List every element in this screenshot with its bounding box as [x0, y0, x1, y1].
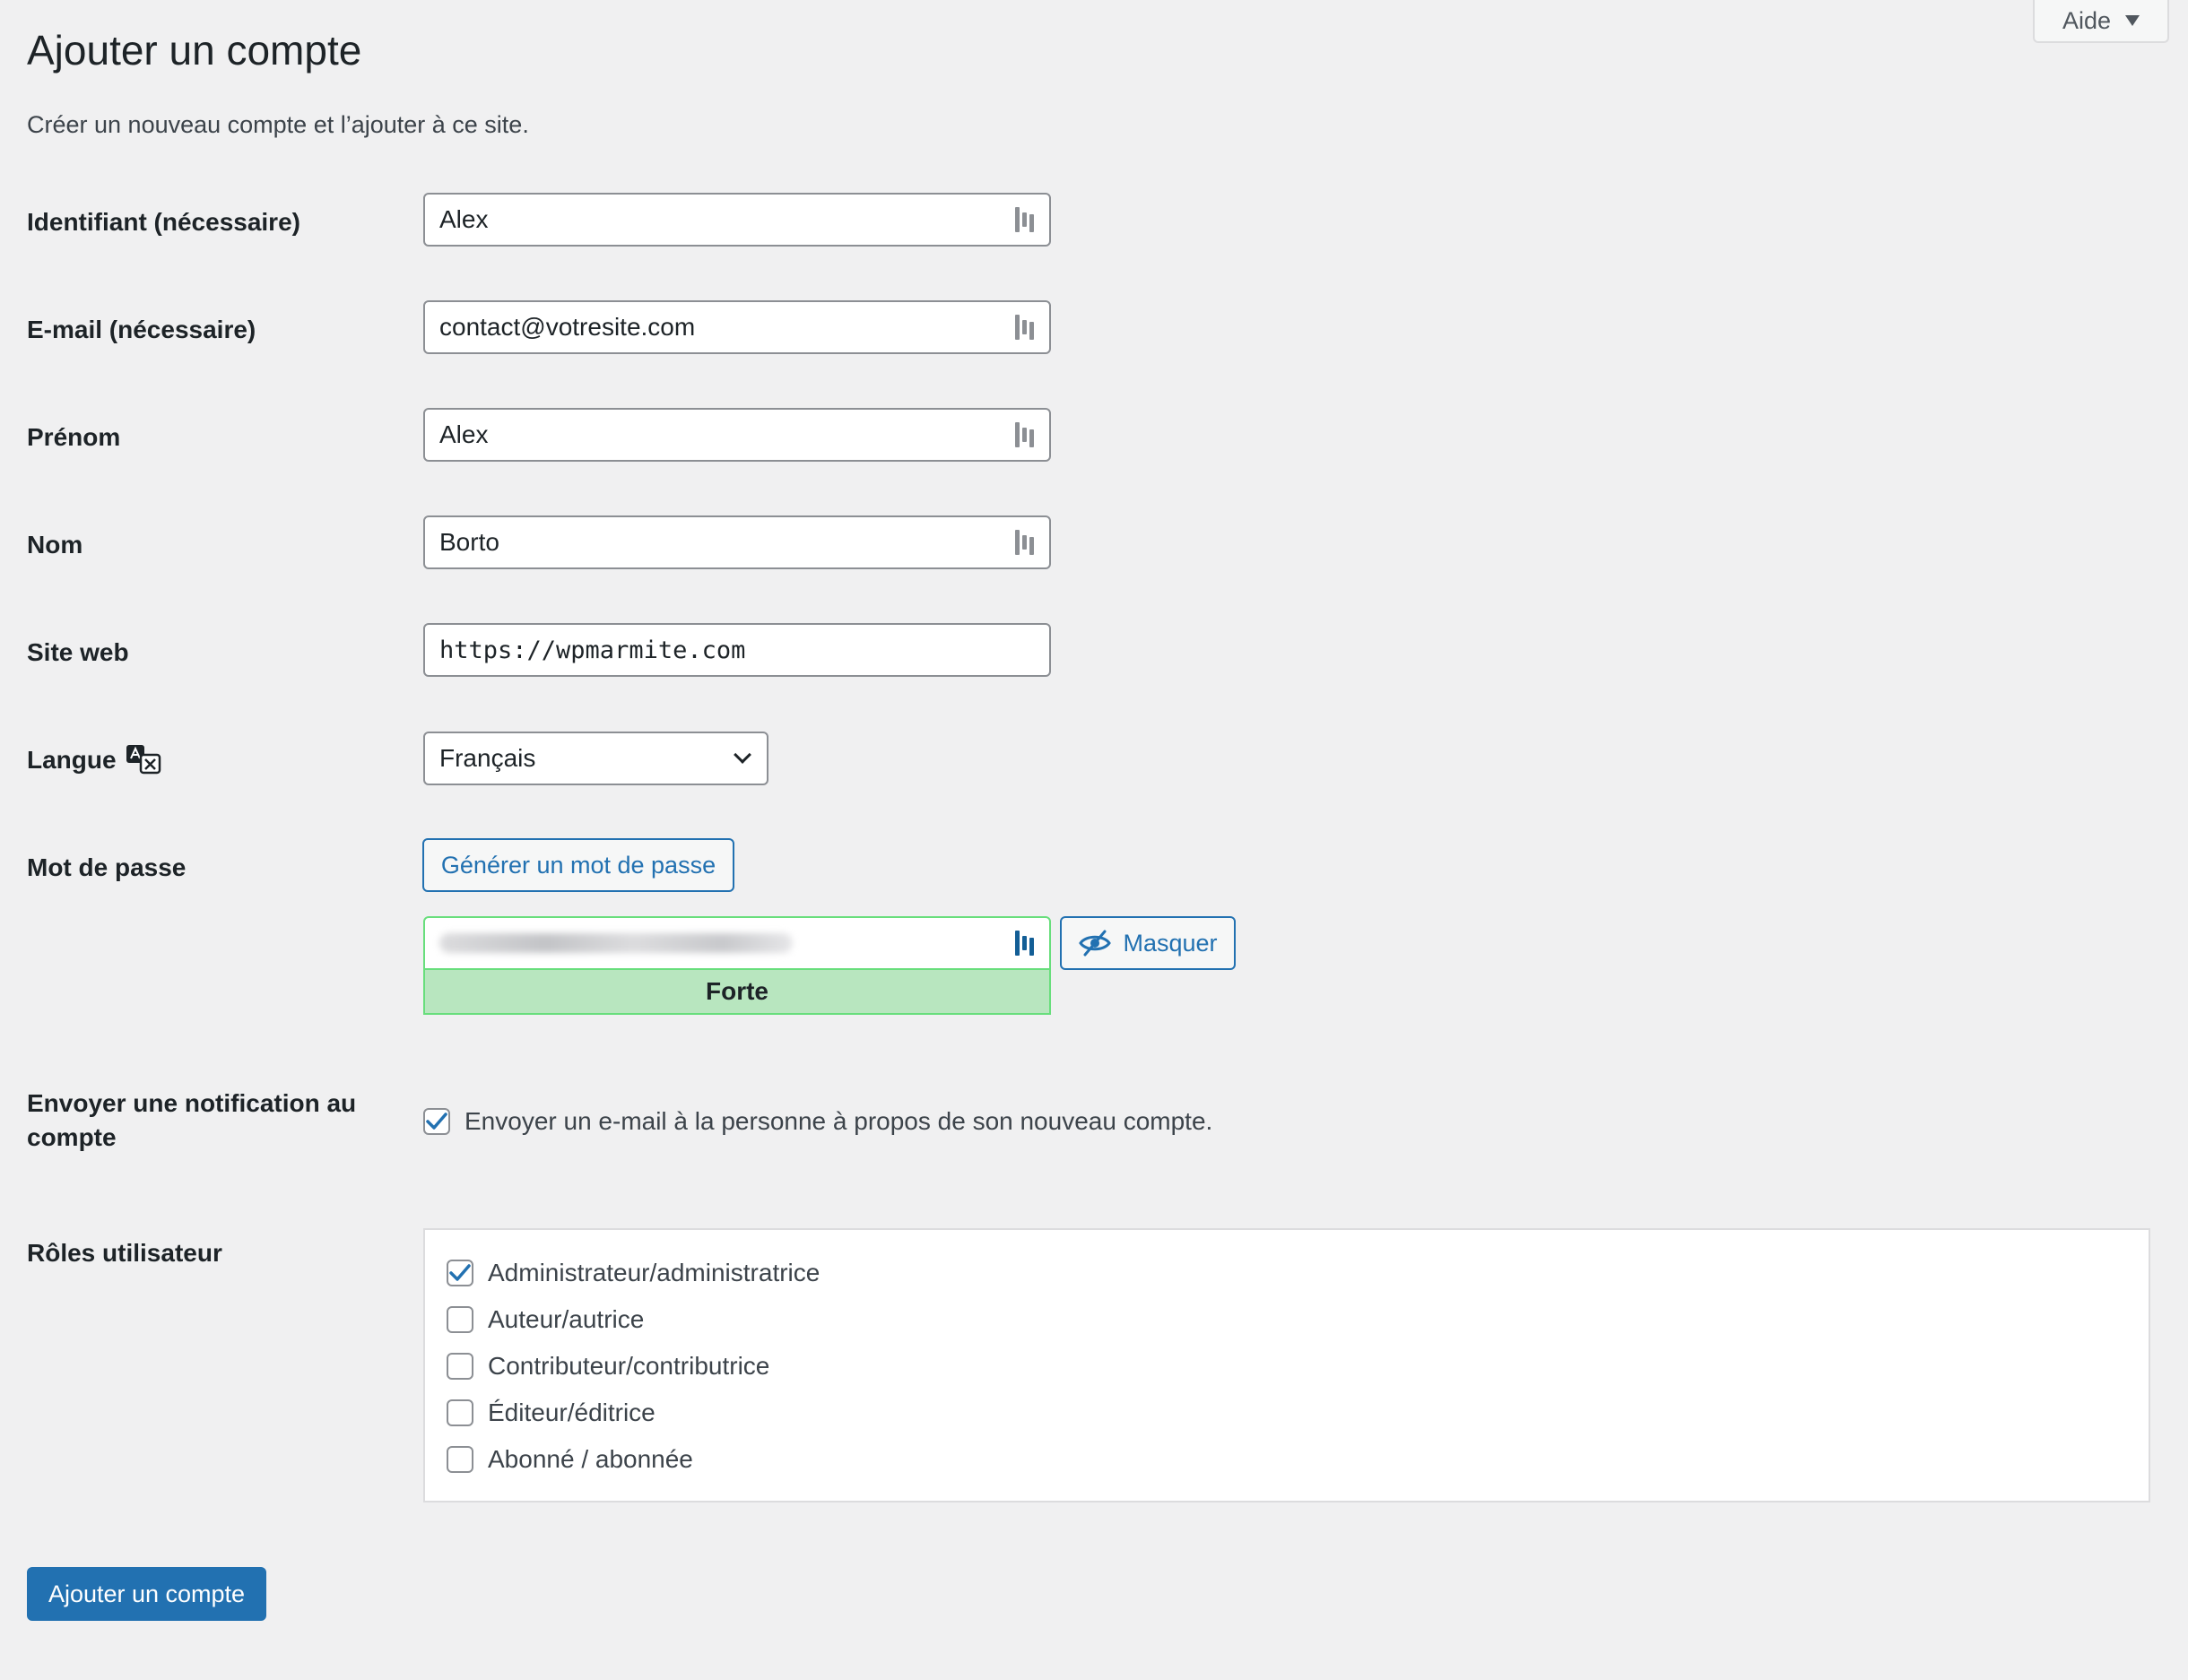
password-field-wrapper: [423, 916, 1051, 970]
first-name-field-wrapper: [423, 408, 1051, 462]
role-checkbox[interactable]: [447, 1446, 473, 1473]
role-label: Abonné / abonnée: [488, 1445, 693, 1473]
roles-label: Rôles utilisateur: [27, 1239, 222, 1267]
website-label: Site web: [27, 638, 129, 666]
role-label: Auteur/autrice: [488, 1305, 645, 1333]
notification-checkbox[interactable]: [423, 1108, 450, 1135]
password-manager-icon[interactable]: [1015, 315, 1035, 340]
add-account-label: Ajouter un compte: [48, 1580, 246, 1607]
role-item-administrator[interactable]: Administrateur/administratrice: [447, 1259, 820, 1287]
password-input[interactable]: [439, 933, 793, 953]
first-name-input[interactable]: [439, 420, 1008, 449]
role-label: Administrateur/administratrice: [488, 1259, 820, 1286]
website-field-wrapper: [423, 623, 1051, 677]
notification-label: Envoyer une notification au compte: [27, 1089, 357, 1151]
generate-password-label: Générer un mot de passe: [440, 851, 716, 879]
role-item-subscriber[interactable]: Abonné / abonnée: [447, 1445, 693, 1474]
last-name-label: Nom: [27, 531, 83, 559]
role-item-author[interactable]: Auteur/autrice: [447, 1305, 644, 1334]
password-strength-meter: Forte: [423, 970, 1051, 1015]
last-name-field-wrapper: [423, 515, 1051, 569]
language-selected-value: Français: [439, 744, 536, 772]
notification-option[interactable]: Envoyer un e-mail à la personne à propos…: [423, 1107, 1212, 1136]
role-checkbox[interactable]: [447, 1260, 473, 1286]
role-label: Contributeur/contributrice: [488, 1352, 770, 1380]
password-manager-icon[interactable]: [1015, 931, 1035, 956]
notification-checkbox-label: Envoyer un e-mail à la personne à propos…: [465, 1107, 1213, 1135]
password-manager-icon[interactable]: [1015, 207, 1035, 232]
page-description: Créer un nouveau compte et l’ajouter à c…: [27, 111, 529, 138]
role-checkbox[interactable]: [447, 1399, 473, 1426]
email-input[interactable]: [439, 313, 1008, 342]
roles-list: Administrateur/administratrice Auteur/au…: [423, 1228, 2150, 1502]
translate-icon: [126, 745, 161, 775]
help-tab-button[interactable]: Aide: [2033, 0, 2169, 43]
role-label: Éditeur/éditrice: [488, 1399, 656, 1426]
add-account-button[interactable]: Ajouter un compte: [27, 1567, 266, 1621]
password-strength-label: Forte: [706, 977, 768, 1005]
website-input[interactable]: [439, 636, 1035, 664]
caret-down-icon: [2125, 15, 2140, 26]
hide-password-label: Masquer: [1123, 929, 1218, 957]
language-label: Langue: [27, 746, 117, 774]
email-field-wrapper: [423, 300, 1051, 354]
role-item-contributor[interactable]: Contributeur/contributrice: [447, 1352, 769, 1381]
username-field-wrapper: [423, 193, 1051, 247]
help-tab-label: Aide: [2062, 6, 2112, 34]
generate-password-button[interactable]: Générer un mot de passe: [422, 838, 734, 892]
last-name-input[interactable]: [439, 528, 1008, 557]
page-title: Ajouter un compte: [27, 27, 362, 74]
email-label: E-mail (nécessaire): [27, 316, 256, 343]
eye-slash-icon: [1079, 930, 1112, 957]
username-label: Identifiant (nécessaire): [27, 208, 300, 236]
password-label: Mot de passe: [27, 853, 187, 881]
username-input[interactable]: [439, 205, 1008, 234]
hide-password-button[interactable]: Masquer: [1060, 916, 1236, 970]
password-manager-icon[interactable]: [1015, 530, 1035, 555]
role-checkbox[interactable]: [447, 1306, 473, 1333]
role-item-editor[interactable]: Éditeur/éditrice: [447, 1399, 656, 1427]
password-manager-icon[interactable]: [1015, 422, 1035, 447]
language-select[interactable]: Français: [423, 732, 768, 785]
first-name-label: Prénom: [27, 423, 121, 451]
role-checkbox[interactable]: [447, 1353, 473, 1380]
chevron-down-icon: [734, 746, 751, 764]
